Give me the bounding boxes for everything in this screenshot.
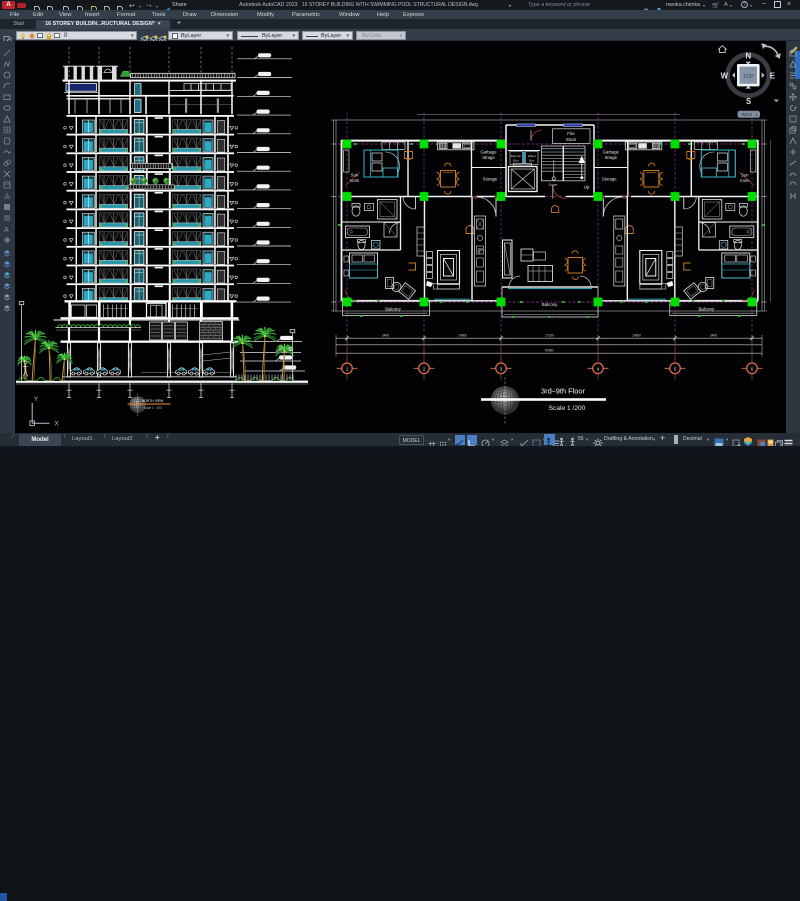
svg-text:W: W bbox=[721, 72, 729, 81]
svg-text:Balcony: Balcony bbox=[385, 307, 401, 312]
svg-text:Sun: Sun bbox=[351, 173, 359, 178]
svg-text:TOP: TOP bbox=[743, 74, 754, 80]
svg-text:NORTH VIEW: NORTH VIEW bbox=[142, 399, 164, 403]
svg-text:Garbage: Garbage bbox=[480, 150, 497, 155]
svg-text:14600: 14600 bbox=[632, 334, 641, 338]
svg-text:Fire: Fire bbox=[567, 131, 575, 136]
svg-text:Strage: Strage bbox=[482, 155, 495, 160]
svg-text:Scale 1 : 200: Scale 1 : 200 bbox=[143, 406, 162, 410]
svg-text:Electric: Electric bbox=[511, 154, 522, 158]
svg-text:Storage: Storage bbox=[483, 177, 498, 182]
svg-text:WCS: WCS bbox=[742, 112, 752, 117]
svg-text:Y: Y bbox=[34, 396, 39, 403]
svg-text:Sun: Sun bbox=[741, 173, 749, 178]
svg-text:E: E bbox=[770, 72, 775, 81]
svg-text:3400: 3400 bbox=[382, 334, 389, 338]
svg-text:17100: 17100 bbox=[545, 334, 554, 338]
svg-text:N: N bbox=[745, 51, 751, 60]
svg-text:room: room bbox=[740, 178, 750, 183]
svg-text:Storage: Storage bbox=[602, 177, 617, 182]
svg-text:S: S bbox=[746, 97, 751, 106]
svg-text:Up: Up bbox=[584, 185, 590, 190]
svg-text:Balcony: Balcony bbox=[698, 307, 714, 312]
svg-text:Balcony: Balcony bbox=[542, 302, 558, 307]
svg-text:14600: 14600 bbox=[458, 334, 467, 338]
svg-text:Box: Box bbox=[529, 158, 535, 162]
svg-text:Box: Box bbox=[513, 158, 519, 162]
svg-text:▾: ▾ bbox=[756, 113, 758, 117]
svg-text:Scale 1 /200: Scale 1 /200 bbox=[549, 405, 586, 412]
svg-text:Strage: Strage bbox=[605, 155, 618, 160]
svg-text:Water: Water bbox=[528, 154, 536, 158]
svg-text:3400: 3400 bbox=[710, 334, 717, 338]
svg-text:70960: 70960 bbox=[545, 349, 554, 353]
svg-text:room: room bbox=[350, 178, 360, 183]
svg-text:X: X bbox=[54, 421, 59, 428]
svg-text:Garbage: Garbage bbox=[603, 150, 620, 155]
svg-text:3rd–9th Floor: 3rd–9th Floor bbox=[541, 387, 585, 396]
svg-text:Strair: Strair bbox=[566, 137, 577, 142]
